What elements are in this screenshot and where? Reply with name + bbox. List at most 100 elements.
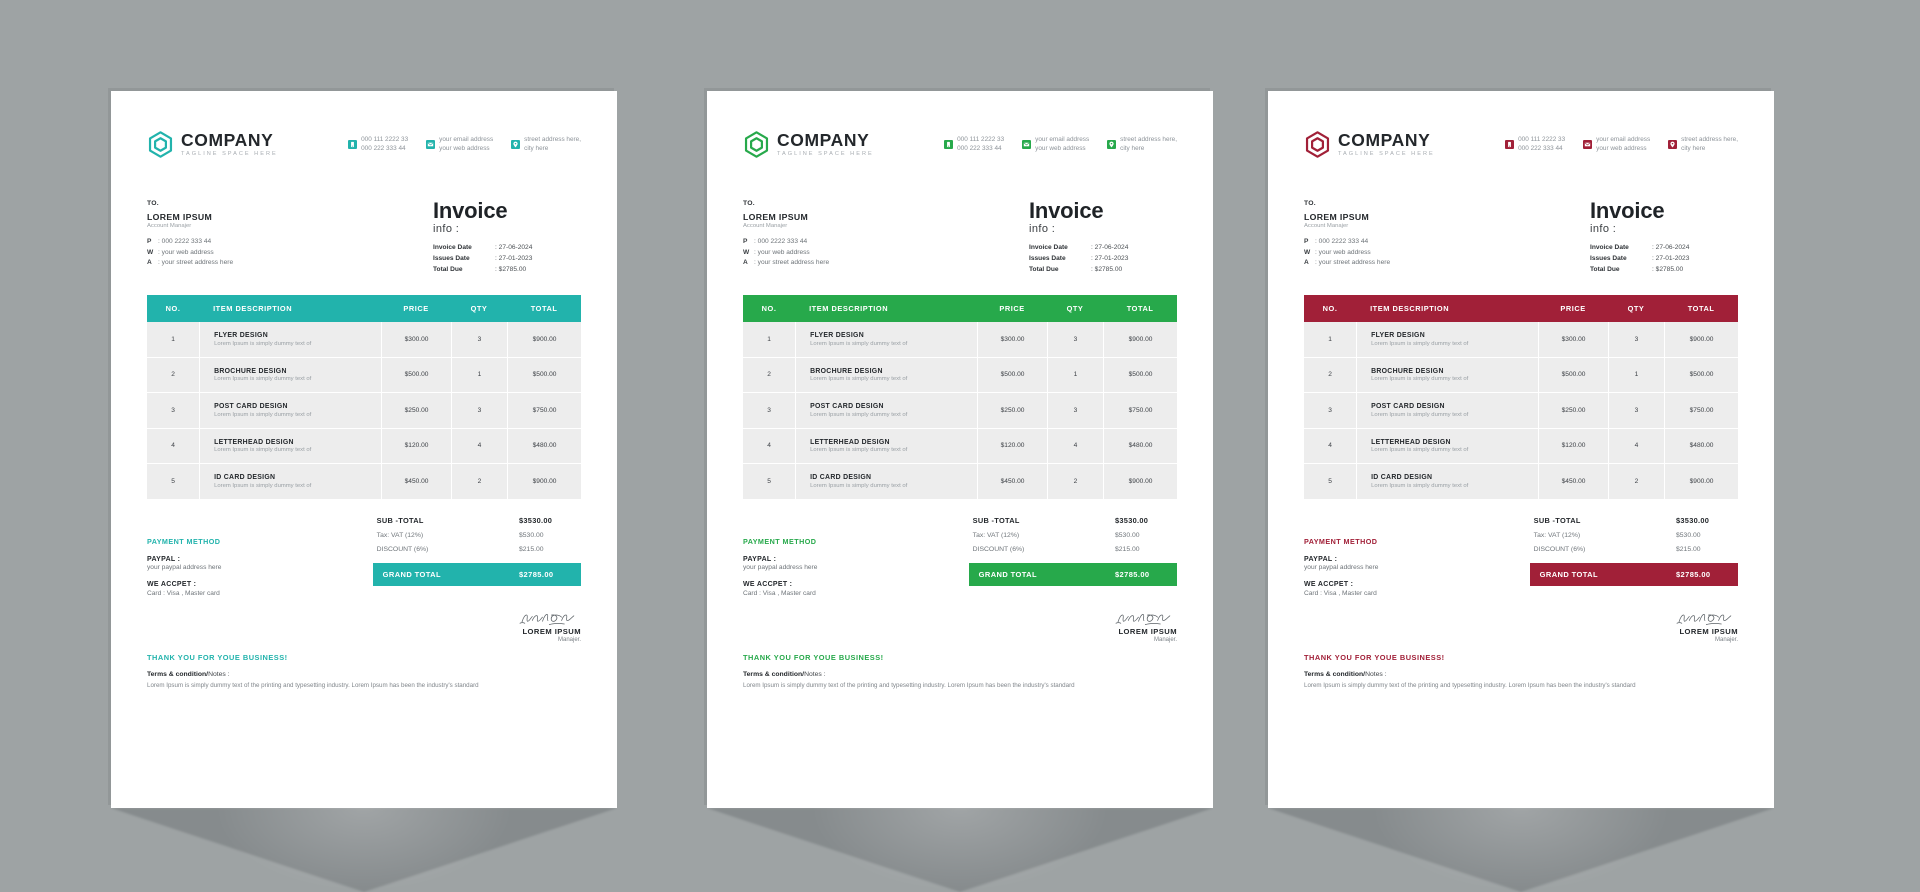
table-header-price: PRICE xyxy=(403,304,429,314)
row-item-title: LETTERHEAD DESIGN xyxy=(1371,438,1451,446)
invoice-info-value: : 27-01-2023 xyxy=(495,255,533,263)
signature-block: LOREM IPSUM Manajer. xyxy=(519,611,581,643)
invoice-info-value: : $2785.00 xyxy=(1652,266,1684,274)
brand-logo[interactable]: COMPANY TAGLINE SPACE HERE xyxy=(743,131,933,158)
header-contacts: 000 111 2222 33 000 222 333 44 your email … xyxy=(1505,131,1738,153)
row-number: 1 xyxy=(171,335,175,343)
table-row[interactable]: 2 BROCHURE DESIGN Lorem Ipsum is simply du… xyxy=(743,357,1177,394)
row-number: 5 xyxy=(767,477,771,485)
row-description: ID CARD DESIGN Lorem Ipsum is simply dumm… xyxy=(199,464,381,499)
totals-row: Tax: VAT (12%) $530.00 xyxy=(373,529,581,543)
invoice-page-green[interactable]: COMPANY TAGLINE SPACE HERE 000 111 2222 33… xyxy=(707,91,1213,808)
table-row[interactable]: 3 POST CARD DESIGN Lorem Ipsum is simply d… xyxy=(147,393,581,429)
invoice-page-teal[interactable]: COMPANY TAGLINE SPACE HERE 000 111 2222 33… xyxy=(111,91,617,808)
discount-value: $215.00 xyxy=(1114,546,1140,554)
discount-label: DISCOUNT (6%) xyxy=(972,546,1025,554)
signature-area: LOREM IPSUM Manajer. xyxy=(147,611,581,643)
contact-item[interactable]: 000 111 2222 33 000 222 333 44 xyxy=(348,135,408,153)
discount-label: DISCOUNT (6%) xyxy=(1533,546,1586,554)
table-header-description: ITEM DESCRIPTION xyxy=(809,304,889,314)
grand-total-label: GRAND TOTAL xyxy=(978,569,1037,579)
totals-row: SUB -TOTAL $3530.00 xyxy=(1530,513,1738,529)
table-row[interactable]: 1 FLYER DESIGN Lorem Ipsum is simply dummy… xyxy=(743,322,1177,358)
contact-item[interactable]: street address here, city here xyxy=(1107,135,1177,153)
invoice-info-key: Invoice Date xyxy=(433,244,472,251)
row-item-title: BROCHURE DESIGN xyxy=(1371,367,1444,375)
invoice-info-value: : 27-06-2024 xyxy=(1652,244,1690,251)
contact-item[interactable]: street address here, city here xyxy=(1668,135,1738,153)
brand-tagline: TAGLINE SPACE HERE xyxy=(1338,150,1435,157)
brand-logo[interactable]: COMPANY TAGLINE SPACE HERE xyxy=(147,131,337,158)
grand-total-label: GRAND TOTAL xyxy=(382,569,441,579)
contact-line-1: 000 111 2222 33 xyxy=(1518,136,1566,143)
table-row[interactable]: 5 ID CARD DESIGN Lorem Ipsum is simply dum… xyxy=(1304,464,1738,499)
contact-line-2: 000 222 333 44 xyxy=(957,145,1002,153)
bill-to-and-invoice-info: TO. LOREM IPSUM Account Manajer P: 000 2222… xyxy=(743,200,1177,275)
contact-item[interactable]: 000 111 2222 33 000 222 333 44 xyxy=(1505,135,1565,153)
contact-item[interactable]: your email address your web address xyxy=(426,135,493,153)
subtotal-value: $3530.00 xyxy=(1675,516,1710,526)
bill-to-block: TO. LOREM IPSUM Account Manajer P: 000 2222… xyxy=(1304,200,1390,269)
invoice-info-value: : $2785.00 xyxy=(495,266,527,274)
discount-value: $215.00 xyxy=(1675,546,1701,554)
invoice-info-key: Total Due xyxy=(433,266,463,274)
mail-icon xyxy=(426,136,436,149)
row-price: $500.00 xyxy=(977,357,1046,393)
row-description: BROCHURE DESIGN Lorem Ipsum is simply dum… xyxy=(1356,357,1538,393)
invoice-info-value: : 27-06-2024 xyxy=(1091,244,1129,251)
row-qty: 1 xyxy=(1046,357,1103,393)
row-total: $900.00 xyxy=(1103,322,1177,357)
row-item-title: ID CARD DESIGN xyxy=(1371,474,1433,482)
contact-item[interactable]: street address here, city here xyxy=(511,135,581,153)
table-row[interactable]: 2 BROCHURE DESIGN Lorem Ipsum is simply du… xyxy=(147,357,581,394)
payment-method-heading: PAYMENT METHOD xyxy=(147,536,221,546)
bill-to-block: TO. LOREM IPSUM Account Manajer P: 000 2222… xyxy=(147,200,233,269)
totals-row: Tax: VAT (12%) $530.00 xyxy=(1530,529,1738,543)
thank-you-message: THANK YOU FOR YOUE BUSINESS! xyxy=(147,652,288,662)
table-row[interactable]: 5 ID CARD DESIGN Lorem Ipsum is simply dum… xyxy=(147,464,581,499)
row-total: $900.00 xyxy=(1664,322,1738,357)
location-pin-icon xyxy=(1107,136,1117,149)
payment-and-totals: PAYMENT METHOD PAYPAL : your paypal addres… xyxy=(1304,513,1738,597)
contact-lines: 000 111 2222 33 000 222 333 44 xyxy=(957,135,1004,153)
subtotal-value: $3530.00 xyxy=(518,516,553,526)
signature-role: Manajer. xyxy=(1714,636,1738,643)
signature-name: LOREM IPSUM xyxy=(522,626,581,636)
contact-item[interactable]: 000 111 2222 33 000 222 333 44 xyxy=(944,135,1004,153)
mail-icon xyxy=(1583,136,1593,149)
signature-role: Manajer. xyxy=(557,636,581,643)
row-description: LETTERHEAD DESIGN Lorem Ipsum is simply d… xyxy=(795,428,977,464)
bill-to-line: P: 000 2222 333 44 xyxy=(743,238,808,245)
table-row[interactable]: 2 BROCHURE DESIGN Lorem Ipsum is simply du… xyxy=(1304,357,1738,394)
invoice-info-key: Issues Date xyxy=(433,255,470,263)
row-item-subtitle: Lorem Ipsum is simply dummy text of xyxy=(810,376,908,383)
bill-to-line: P: 000 2222 333 44 xyxy=(1304,238,1369,245)
paypal-label: PAYPAL : xyxy=(147,555,181,563)
table-row[interactable]: 4 LETTERHEAD DESIGN Lorem Ipsum is simply … xyxy=(147,428,581,465)
table-row[interactable]: 1 FLYER DESIGN Lorem Ipsum is simply dummy… xyxy=(147,322,581,358)
brand-logo[interactable]: COMPANY TAGLINE SPACE HERE xyxy=(1304,131,1494,158)
paypal-value: your paypal address here xyxy=(743,564,818,572)
invoice-page-red[interactable]: COMPANY TAGLINE SPACE HERE 000 111 2222 33… xyxy=(1268,91,1774,808)
payment-method-block: PAYMENT METHOD PAYPAL : your paypal addres… xyxy=(1304,513,1530,597)
table-row[interactable]: 4 LETTERHEAD DESIGN Lorem Ipsum is simply … xyxy=(1304,428,1738,465)
contact-item[interactable]: your email address your web address xyxy=(1583,135,1650,153)
contact-item[interactable]: your email address your web address xyxy=(1022,135,1089,153)
table-row[interactable]: 1 FLYER DESIGN Lorem Ipsum is simply dummy… xyxy=(1304,322,1738,358)
row-item-subtitle: Lorem Ipsum is simply dummy text of xyxy=(810,340,908,347)
row-item-subtitle: Lorem Ipsum is simply dummy text of xyxy=(214,376,312,383)
row-description: POST CARD DESIGN Lorem Ipsum is simply du… xyxy=(795,393,977,428)
brand-tagline: TAGLINE SPACE HERE xyxy=(181,150,278,157)
table-row[interactable]: 4 LETTERHEAD DESIGN Lorem Ipsum is simply … xyxy=(743,428,1177,465)
row-number: 3 xyxy=(1328,406,1332,414)
table-header-no: NO. xyxy=(1322,304,1338,314)
brand-tagline: TAGLINE SPACE HERE xyxy=(777,150,874,157)
row-price: $250.00 xyxy=(381,393,450,428)
table-row[interactable]: 3 POST CARD DESIGN Lorem Ipsum is simply d… xyxy=(743,393,1177,429)
row-qty: 2 xyxy=(450,464,507,499)
subtotal-label: SUB -TOTAL xyxy=(1533,516,1581,526)
row-description: ID CARD DESIGN Lorem Ipsum is simply dumm… xyxy=(1356,464,1538,499)
table-row[interactable]: 5 ID CARD DESIGN Lorem Ipsum is simply dum… xyxy=(743,464,1177,499)
invoice-info-key: Issues Date xyxy=(1590,255,1627,263)
table-row[interactable]: 3 POST CARD DESIGN Lorem Ipsum is simply d… xyxy=(1304,393,1738,429)
